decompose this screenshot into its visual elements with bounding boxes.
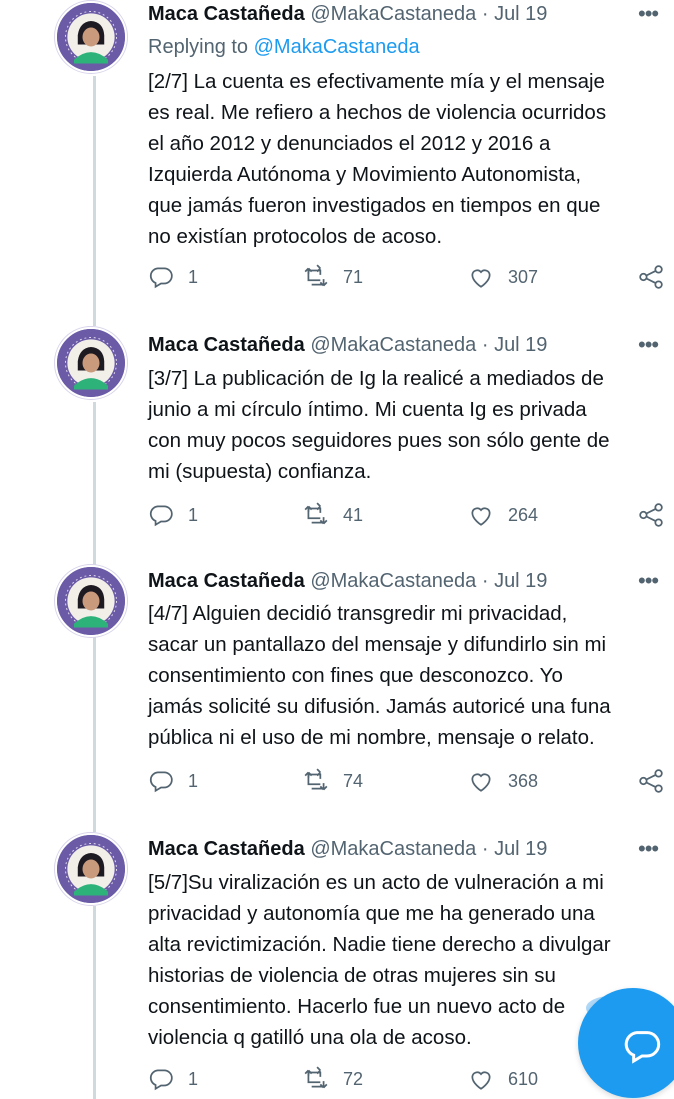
share-icon (639, 265, 663, 289)
retweet-button[interactable]: 74 (303, 768, 363, 794)
author-name[interactable]: Maca Castañeda (148, 570, 305, 592)
retweet-button[interactable]: 72 (303, 1066, 363, 1092)
reply-button[interactable]: 1 (148, 1066, 198, 1092)
separator-dot: · (481, 334, 489, 356)
tweet-header: Maca Castañeda @MakaCastaneda · Jul 19 (148, 331, 547, 359)
like-count: 610 (508, 1068, 539, 1089)
retweet-count: 41 (343, 504, 364, 525)
share-icon (639, 503, 663, 527)
tweet-actions: 1 41 264 (148, 502, 668, 532)
reply-icon (149, 267, 173, 289)
tweet[interactable]: Maca Castañeda @MakaCastaneda · Jul 19 •… (0, 560, 674, 830)
avatar[interactable] (55, 1, 127, 73)
tweet-date[interactable]: Jul 19 (494, 3, 547, 25)
heart-icon (471, 507, 491, 526)
like-count: 368 (508, 770, 539, 791)
tweet-header: Maca Castañeda @MakaCastaneda · Jul 19 (148, 835, 547, 863)
author-handle[interactable]: @MakaCastaneda (310, 3, 476, 25)
heart-icon (471, 1071, 491, 1090)
author-name[interactable]: Maca Castañeda (148, 334, 305, 356)
separator-dot: · (481, 838, 489, 860)
reply-button[interactable]: 1 (148, 768, 198, 794)
retweet-count: 74 (343, 770, 364, 791)
share-button[interactable] (638, 502, 664, 528)
like-button[interactable]: 368 (468, 768, 538, 794)
retweet-count: 72 (343, 1068, 364, 1089)
tweet[interactable]: Maca Castañeda @MakaCastaneda · Jul 19 •… (0, 320, 674, 560)
tweet-header: Maca Castañeda @MakaCastaneda · Jul 19 (148, 0, 547, 28)
tweet-text: [3/7] La publicación de Ig la realicé a … (148, 367, 610, 483)
reply-count: 1 (188, 504, 199, 525)
tweet[interactable]: Maca Castañeda @MakaCastaneda · Jul 19 •… (0, 0, 674, 320)
tweet-text: [4/7] Alguien decidió transgredir mi pri… (148, 602, 611, 749)
tweet-date[interactable]: Jul 19 (494, 570, 547, 592)
heart-icon (471, 773, 491, 792)
reply-button[interactable]: 1 (148, 264, 198, 290)
author-handle[interactable]: @MakaCastaneda (310, 570, 476, 592)
replying-prefix: Replying to (148, 36, 254, 58)
more-options-icon[interactable]: ••• (638, 838, 659, 860)
separator-dot: · (481, 3, 489, 25)
share-icon (639, 769, 663, 793)
author-name[interactable]: Maca Castañeda (148, 3, 305, 25)
reply-icon (149, 1069, 173, 1091)
like-button[interactable]: 264 (468, 502, 538, 528)
tweet-text: [2/7] La cuenta es efectivamente mía y e… (148, 70, 607, 248)
like-count: 264 (508, 504, 539, 525)
reply-count: 1 (188, 266, 199, 287)
reply-count: 1 (188, 770, 199, 791)
author-handle[interactable]: @MakaCastaneda (310, 838, 476, 860)
reply-icon (149, 771, 173, 793)
avatar[interactable] (55, 327, 127, 399)
reply-icon (149, 505, 173, 527)
replying-mention-link[interactable]: @MakaCastaneda (254, 36, 420, 58)
reply-count: 1 (188, 1068, 199, 1089)
tweet-actions: 1 74 368 (148, 768, 668, 798)
tweet-header: Maca Castañeda @MakaCastaneda · Jul 19 (148, 567, 547, 595)
more-options-icon[interactable]: ••• (638, 3, 659, 25)
avatar[interactable] (55, 833, 127, 905)
author-handle[interactable]: @MakaCastaneda (310, 334, 476, 356)
more-options-icon[interactable]: ••• (638, 570, 659, 592)
more-options-icon[interactable]: ••• (638, 334, 659, 356)
replying-to: Replying to @MakaCastaneda (148, 33, 420, 61)
retweet-icon (304, 502, 328, 525)
retweet-button[interactable]: 71 (303, 264, 363, 290)
heart-icon (471, 269, 491, 288)
compose-reply-icon (624, 1031, 661, 1064)
retweet-icon (304, 264, 328, 287)
retweet-count: 71 (343, 266, 364, 287)
like-button[interactable]: 307 (468, 264, 538, 290)
tweet[interactable]: Maca Castañeda @MakaCastaneda · Jul 19 •… (0, 830, 674, 1099)
separator-dot: · (481, 570, 489, 592)
retweet-button[interactable]: 41 (303, 502, 363, 528)
like-count: 307 (508, 266, 539, 287)
tweet-date[interactable]: Jul 19 (494, 334, 547, 356)
author-name[interactable]: Maca Castañeda (148, 838, 305, 860)
share-button[interactable] (638, 768, 664, 794)
tweet-actions: 1 71 307 (148, 264, 668, 294)
retweet-icon (304, 768, 328, 791)
tweet-date[interactable]: Jul 19 (494, 838, 547, 860)
share-button[interactable] (638, 264, 664, 290)
like-button[interactable]: 610 (468, 1066, 538, 1092)
avatar[interactable] (55, 565, 127, 637)
retweet-icon (304, 1066, 328, 1089)
reply-button[interactable]: 1 (148, 502, 198, 528)
